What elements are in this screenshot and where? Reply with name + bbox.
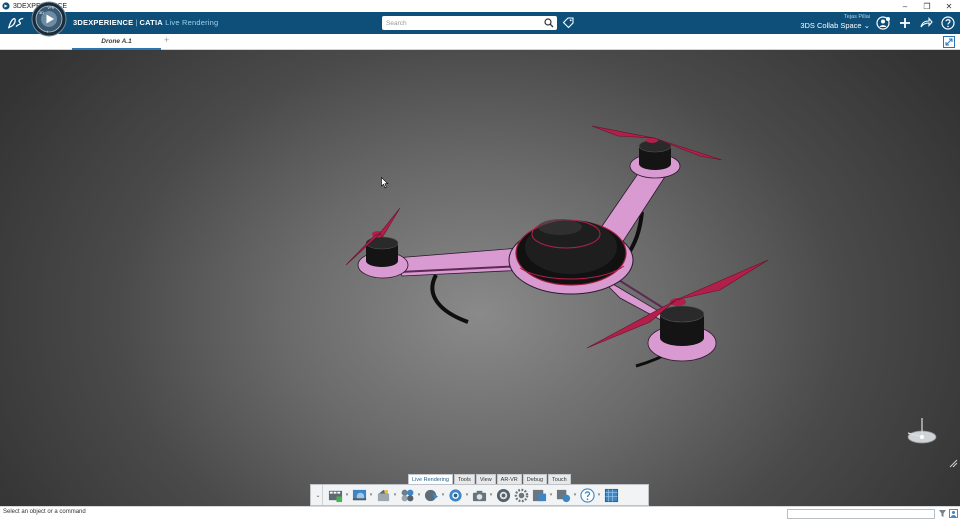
brand-title: 3DEXPERIENCE | CATIA Live Rendering <box>73 18 218 27</box>
3d-viewport[interactable] <box>0 50 960 506</box>
restore-button[interactable]: ❐ <box>916 0 938 12</box>
compass-icon[interactable]: 3D V+R i <box>31 1 67 37</box>
share-icon[interactable] <box>919 16 933 30</box>
chevron-down-icon: ⌄ <box>863 21 870 30</box>
help-icon[interactable] <box>941 16 955 30</box>
mouse-cursor-icon <box>381 177 389 189</box>
document-tabbar: Drone A.1 + <box>0 34 960 50</box>
ds-logo-icon[interactable] <box>7 15 25 31</box>
status-bar: Select an object or a command <box>0 506 960 520</box>
tab-drone-a1[interactable]: Drone A.1 <box>72 34 161 50</box>
chevron-down-icon[interactable]: ▾ <box>596 492 602 498</box>
chevron-down-icon[interactable]: ▾ <box>548 492 554 498</box>
user-name: Tejas Pillai <box>844 14 870 20</box>
chevron-down-icon[interactable]: ▾ <box>392 492 398 498</box>
app-logo-icon <box>2 2 10 10</box>
chevron-down-icon[interactable]: ▾ <box>416 492 422 498</box>
materials-icon[interactable] <box>399 487 415 503</box>
snapshot-icon[interactable] <box>471 487 487 503</box>
brand-main: 3DEXPERIENCE <box>73 18 134 27</box>
scene-icon[interactable] <box>375 487 391 503</box>
settings-icon[interactable] <box>513 487 529 503</box>
help-icon[interactable] <box>579 487 595 503</box>
search-input[interactable] <box>382 17 544 29</box>
actionbar-collapse-button[interactable]: ⌄ <box>314 485 323 505</box>
stage-icon[interactable] <box>327 487 343 503</box>
search-box[interactable] <box>382 16 557 30</box>
profile-icon[interactable] <box>876 16 890 30</box>
brand-product: CATIA <box>139 18 163 27</box>
svg-text:V+R: V+R <box>48 6 55 10</box>
chevron-down-icon[interactable]: ▾ <box>344 492 350 498</box>
status-message: Select an object or a command <box>3 509 86 515</box>
minimize-button[interactable]: – <box>894 0 916 12</box>
texture-icon[interactable] <box>603 487 619 503</box>
window-title: 3DEXPERIENCE <box>13 3 894 10</box>
export-icon[interactable] <box>531 487 547 503</box>
chevron-down-icon[interactable]: ▾ <box>368 492 374 498</box>
collab-space-label: 3DS Collab Space <box>800 21 862 30</box>
command-input[interactable] <box>787 509 935 519</box>
camera-view-icon[interactable] <box>447 487 463 503</box>
tag-icon[interactable] <box>562 17 574 29</box>
svg-text:3D: 3D <box>39 10 44 15</box>
filter-icon[interactable] <box>938 509 947 518</box>
brand-app: Live Rendering <box>165 18 219 27</box>
window-titlebar: 3DEXPERIENCE – ❐ ✕ <box>0 0 960 12</box>
search-icon[interactable] <box>544 18 554 28</box>
top-bar: 3DEXPERIENCE|CATIA Live Rendering Tejas … <box>0 12 960 34</box>
decals-icon[interactable] <box>423 487 439 503</box>
close-button[interactable]: ✕ <box>938 0 960 12</box>
action-bar: ⌄ ▾ ▾ ▾ ▾ ▾ ▾ ▾ ▾ ▾ ▾ <box>310 484 649 506</box>
options-icon[interactable] <box>555 487 571 503</box>
user-filter-icon[interactable] <box>949 509 958 518</box>
chevron-down-icon[interactable]: ▾ <box>464 492 470 498</box>
chevron-down-icon[interactable]: ▾ <box>440 492 446 498</box>
viewport-compass-icon[interactable] <box>900 415 940 449</box>
add-tab-button[interactable]: + <box>164 35 169 45</box>
chevron-down-icon[interactable]: ▾ <box>488 492 494 498</box>
collab-space-selector[interactable]: 3DS Collab Space ⌄ <box>800 21 870 30</box>
environment-icon[interactable] <box>351 487 367 503</box>
resize-grip-icon[interactable] <box>948 458 958 468</box>
drone-model[interactable] <box>0 50 960 506</box>
chevron-down-icon[interactable]: ▾ <box>572 492 578 498</box>
add-icon[interactable] <box>898 16 912 30</box>
fullscreen-icon[interactable] <box>943 36 955 48</box>
user-block[interactable]: Tejas Pillai 3DS Collab Space ⌄ <box>800 14 870 30</box>
render-icon[interactable] <box>495 487 511 503</box>
